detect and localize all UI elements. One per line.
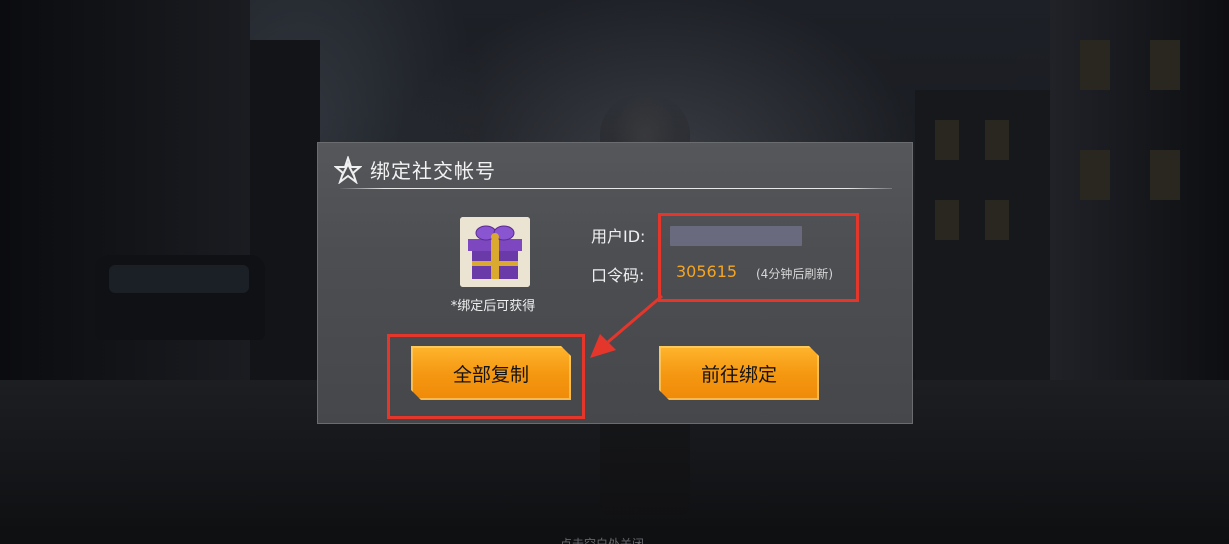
red-arrow-icon [590, 294, 663, 358]
